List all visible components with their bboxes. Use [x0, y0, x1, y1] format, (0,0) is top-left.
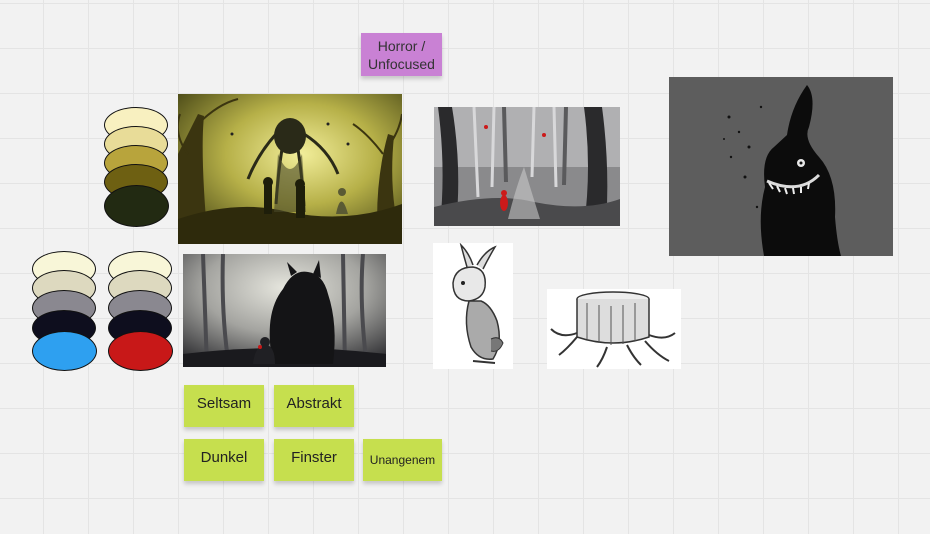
sticky-note-text: Seltsam [196, 395, 252, 412]
sticky-note-dunkel[interactable]: Dunkel [184, 439, 264, 481]
sticky-note-text: Dunkel [200, 449, 248, 466]
sticky-note-text: Finster [291, 449, 337, 466]
sticky-note-finster[interactable]: Finster [274, 439, 354, 481]
sticky-note-text: Unangenem [369, 453, 436, 467]
rabbit-sketch-image[interactable] [433, 243, 513, 369]
red-riding-hood-forest-image[interactable] [434, 107, 620, 226]
sticky-note-unangenem[interactable]: Unangenem [363, 439, 442, 481]
werewolf-silhouette-image[interactable] [183, 254, 386, 367]
sticky-note-abstrakt[interactable]: Abstrakt [274, 385, 354, 427]
tree-stump-image[interactable] [547, 289, 681, 369]
sticky-note-horror-unfocused[interactable]: Horror / Unfocused [361, 33, 442, 76]
color-swatch[interactable] [32, 331, 97, 371]
sticky-note-seltsam[interactable]: Seltsam [184, 385, 264, 427]
color-swatch[interactable] [104, 185, 169, 227]
dark-rabbit-image[interactable] [669, 77, 893, 256]
sticky-note-text: Abstrakt [286, 395, 342, 412]
color-swatch[interactable] [108, 331, 173, 371]
yellow-forest-creature-image[interactable] [178, 94, 402, 244]
sticky-note-text: Horror / Unfocused [368, 37, 435, 72]
